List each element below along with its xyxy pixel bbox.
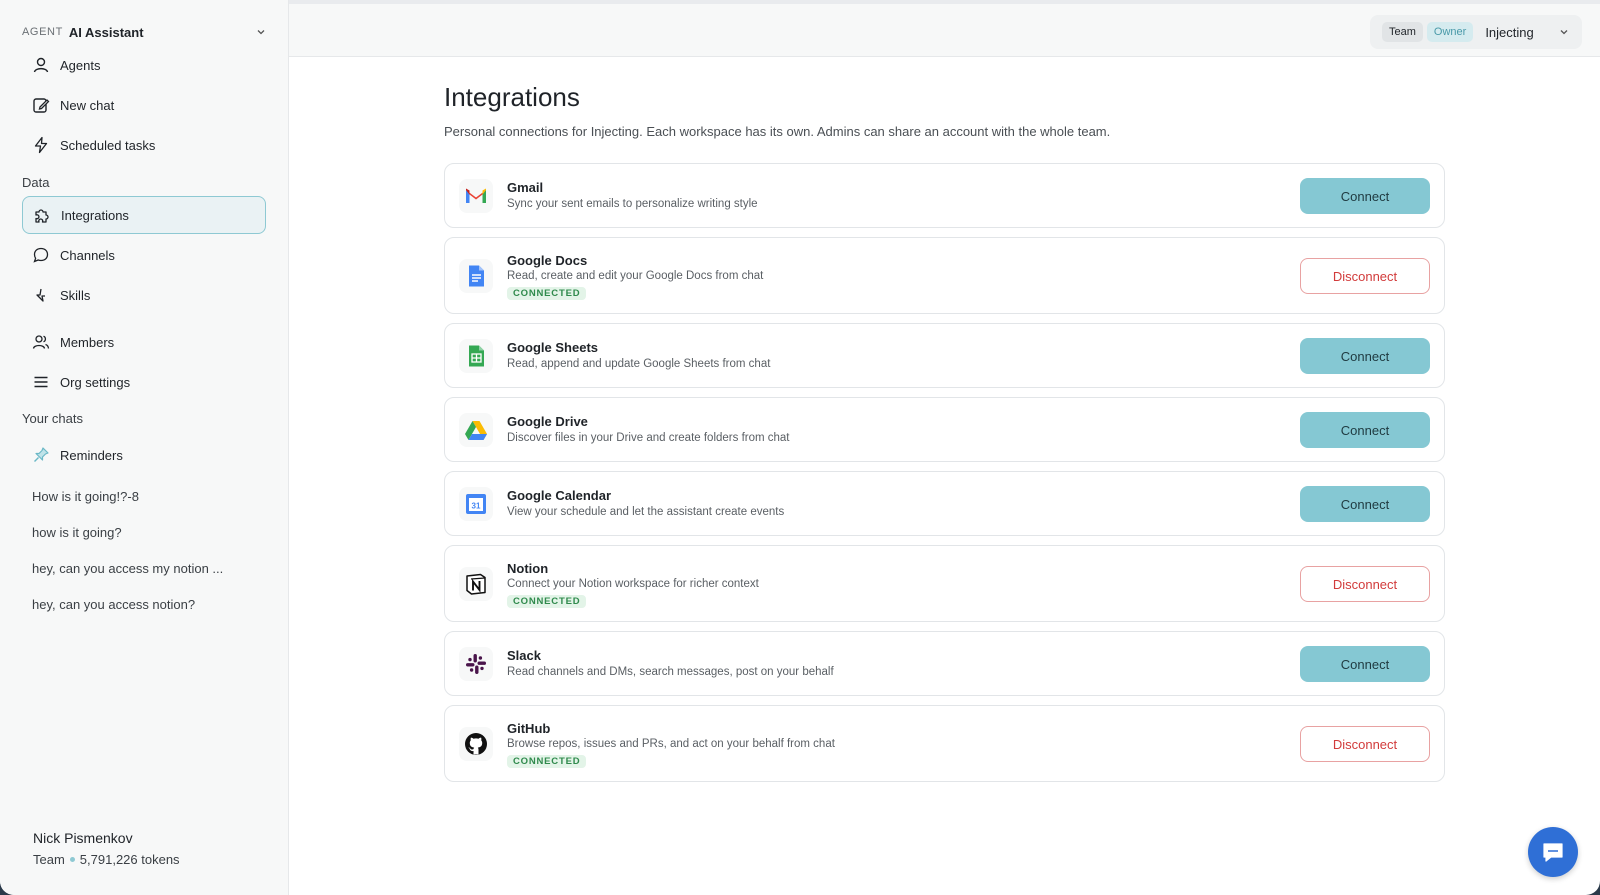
chat-history-item[interactable]: How is it going!?-8: [32, 489, 139, 504]
connect-button[interactable]: Connect: [1300, 338, 1430, 374]
disconnect-button[interactable]: Disconnect: [1300, 566, 1430, 602]
integration-description: Read channels and DMs, search messages, …: [507, 666, 834, 678]
section-label-data: Data: [22, 175, 50, 190]
top-bar: Team Owner Injecting: [289, 0, 1600, 57]
sidebar-item-label: Channels: [60, 247, 115, 263]
app-window: AGENT AI Assistant Agents New chat Sched…: [0, 0, 1600, 895]
connect-button[interactable]: Connect: [1300, 412, 1430, 448]
google-calendar-icon: 31: [459, 487, 493, 521]
team-badge: Team: [1382, 22, 1423, 42]
gmail-icon: [459, 179, 493, 213]
sidebar-item-integrations[interactable]: Integrations: [22, 196, 266, 234]
integration-card-slack: Slack Read channels and DMs, search mess…: [444, 631, 1445, 696]
integration-card-google-calendar: 31 Google Calendar View your schedule an…: [444, 471, 1445, 536]
user-name[interactable]: Nick Pismenkov: [33, 830, 133, 846]
page-description: Personal connections for Injecting. Each…: [444, 124, 1111, 139]
sidebar-item-channels[interactable]: Channels: [22, 236, 266, 274]
sidebar-item-label: New chat: [60, 97, 115, 113]
chat-history-item[interactable]: hey, can you access my notion ...: [32, 561, 223, 576]
agent-name: AI Assistant: [68, 24, 144, 40]
sidebar-item-label: Scheduled tasks: [60, 137, 156, 153]
sidebar-item-label: Org settings: [60, 374, 131, 390]
connected-badge: CONNECTED: [507, 287, 587, 300]
section-label-your-chats: Your chats: [22, 411, 83, 426]
disconnect-button[interactable]: Disconnect: [1300, 258, 1430, 294]
google-sheets-icon: [459, 339, 493, 373]
pin-icon: [34, 447, 49, 462]
integration-name: Google Docs: [507, 253, 588, 268]
integration-card-github: GitHub Browse repos, issues and PRs, and…: [444, 705, 1445, 782]
integration-name: Google Calendar: [507, 488, 612, 503]
integration-card-google-drive: Google Drive Discover files in your Driv…: [444, 397, 1445, 462]
workspace-switcher[interactable]: Team Owner Injecting: [1370, 15, 1582, 49]
integration-name: Gmail: [507, 180, 544, 195]
chevron-down-icon: [257, 30, 265, 35]
agent-selector[interactable]: AGENT AI Assistant: [22, 22, 267, 42]
integration-description: Read, create and edit your Google Docs f…: [507, 270, 764, 282]
integration-name: Google Drive: [507, 414, 588, 429]
google-drive-icon: [459, 413, 493, 447]
connect-button[interactable]: Connect: [1300, 178, 1430, 214]
integration-description: Read, append and update Google Sheets fr…: [507, 358, 771, 370]
owner-badge: Owner: [1426, 22, 1474, 42]
sidebar-item-skills[interactable]: Skills: [22, 276, 266, 314]
separator-dot: [69, 857, 75, 862]
sidebar-item-scheduled-tasks[interactable]: Scheduled tasks: [22, 126, 266, 164]
disconnect-button[interactable]: Disconnect: [1300, 726, 1430, 762]
integration-card-google-docs: Google Docs Read, create and edit your G…: [444, 237, 1445, 314]
sidebar: AGENT AI Assistant Agents New chat Sched…: [0, 0, 289, 895]
user-plan: Team: [33, 852, 65, 867]
integration-description: Connect your Notion workspace for richer…: [507, 578, 759, 590]
users-icon: [32, 335, 50, 349]
integration-name: Google Sheets: [507, 340, 599, 355]
connected-badge: CONNECTED: [507, 595, 587, 608]
integration-name: GitHub: [507, 721, 551, 736]
sidebar-item-label: Agents: [60, 57, 101, 73]
sidebar-item-label: Skills: [60, 287, 91, 303]
integration-name: Slack: [507, 648, 541, 663]
puzzle-icon: [35, 209, 49, 223]
google-docs-icon: [459, 259, 493, 293]
integration-card-gmail: Gmail Sync your sent emails to personali…: [444, 163, 1445, 228]
user-tokens: 5,791,226 tokens: [79, 852, 180, 867]
integration-description: View your schedule and let the assistant…: [507, 506, 785, 518]
chat-history-item[interactable]: hey, can you access notion?: [32, 597, 195, 612]
connected-badge: CONNECTED: [507, 755, 587, 768]
svg-text:31: 31: [472, 502, 481, 511]
sidebar-item-members[interactable]: Members: [22, 323, 266, 361]
sidebar-item-reminders[interactable]: Reminders: [22, 436, 266, 474]
chat-bubble-icon: [33, 247, 49, 263]
agent-tag: AGENT: [22, 26, 63, 38]
sidebar-item-label: Members: [60, 334, 115, 350]
lightning-icon: [34, 136, 48, 154]
integration-card-google-sheets: Google Sheets Read, append and update Go…: [444, 323, 1445, 388]
sidebar-item-label: Integrations: [61, 207, 129, 223]
sparkle-icon: [36, 288, 45, 302]
sidebar-item-agents[interactable]: Agents: [22, 46, 266, 84]
connect-button[interactable]: Connect: [1300, 486, 1430, 522]
workspace-name: Injecting: [1485, 24, 1534, 40]
sidebar-item-new-chat[interactable]: New chat: [22, 86, 266, 124]
integration-card-notion: Notion Connect your Notion workspace for…: [444, 545, 1445, 622]
connect-button[interactable]: Connect: [1300, 646, 1430, 682]
page-title: Integrations: [444, 82, 580, 112]
menu-icon: [34, 376, 48, 388]
sidebar-item-org-settings[interactable]: Org settings: [22, 363, 266, 401]
integration-description: Sync your sent emails to personalize wri…: [507, 198, 758, 210]
support-chat-button[interactable]: [1528, 827, 1578, 877]
chat-history-item[interactable]: how is it going?: [32, 525, 122, 540]
user-meta: Team 5,791,226 tokens: [33, 852, 180, 867]
chevron-down-icon: [1560, 30, 1568, 35]
github-icon: [459, 727, 493, 761]
integration-name: Notion: [507, 561, 549, 576]
sidebar-item-label: Reminders: [60, 447, 123, 463]
slack-icon: [459, 647, 493, 681]
integration-description: Discover files in your Drive and create …: [507, 432, 790, 444]
integration-description: Browse repos, issues and PRs, and act on…: [507, 738, 835, 750]
user-icon: [33, 57, 49, 73]
notion-icon: [459, 567, 493, 601]
chat-bubble-icon: [1543, 843, 1563, 862]
edit-icon: [33, 98, 50, 113]
